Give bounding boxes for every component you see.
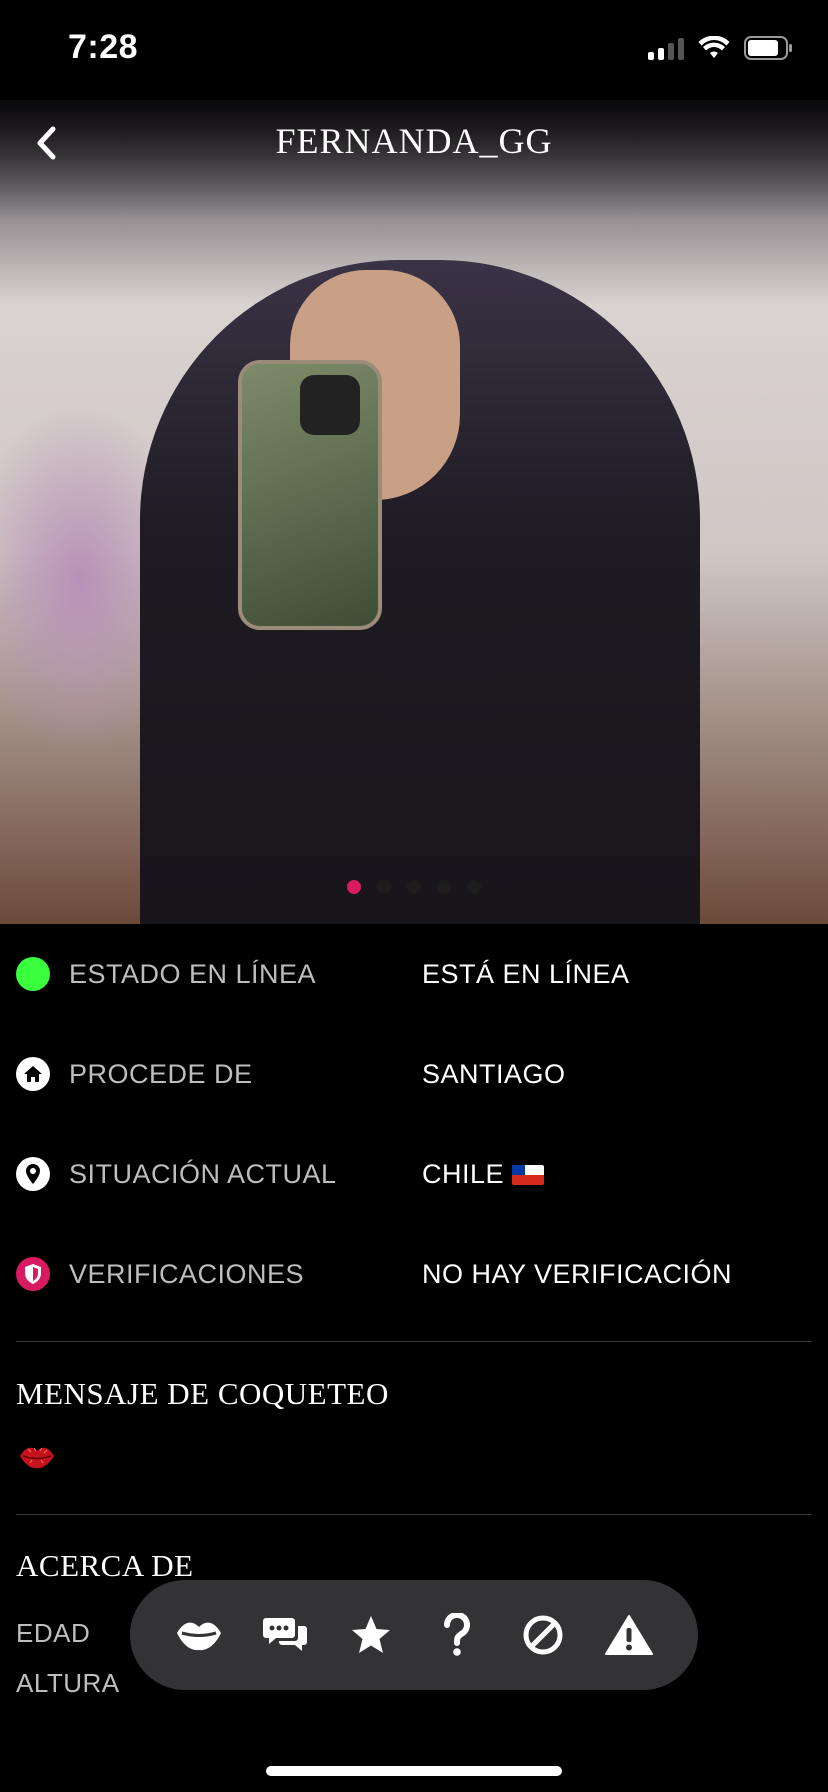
info-value: NO HAY VERIFICACIÓN: [422, 1258, 733, 1289]
block-icon: [523, 1615, 563, 1655]
info-value: SANTIAGO: [422, 1058, 566, 1089]
page-dot[interactable]: [347, 880, 361, 894]
about-label-age: EDAD: [16, 1618, 91, 1648]
info-label: SITUACIÓN ACTUAL: [69, 1158, 337, 1189]
page-dot[interactable]: [377, 880, 391, 894]
help-button[interactable]: [427, 1605, 487, 1665]
block-button[interactable]: [513, 1605, 573, 1665]
info-value: CHILE: [422, 1158, 545, 1190]
online-dot-icon: [16, 957, 50, 991]
divider: [16, 1514, 812, 1515]
info-label: PROCEDE DE: [69, 1058, 253, 1089]
info-value-text: CHILE: [422, 1158, 505, 1189]
flirt-section-title: MENSAJE DE COQUETEO: [16, 1376, 389, 1411]
shield-icon: [16, 1257, 50, 1291]
page-dot[interactable]: [467, 880, 481, 894]
home-indicator[interactable]: [266, 1766, 562, 1776]
about-label-height: ALTURA: [16, 1668, 120, 1698]
status-icons: [648, 36, 794, 60]
status-bar: 7:28: [0, 0, 828, 100]
wifi-icon: [698, 36, 730, 58]
page-dot[interactable]: [407, 880, 421, 894]
divider: [16, 1341, 812, 1342]
info-list: ESTADO EN LÍNEA ESTÁ EN LÍNEA PROCEDE DE…: [16, 924, 812, 1324]
info-label: ESTADO EN LÍNEA: [69, 958, 317, 989]
action-bar: [130, 1580, 698, 1690]
home-icon: [16, 1057, 50, 1091]
info-row-origin: PROCEDE DE SANTIAGO: [16, 1024, 812, 1124]
battery-icon: [744, 36, 792, 60]
photo-phone-camera: [300, 375, 360, 435]
chile-flag-icon: [512, 1164, 545, 1185]
favorite-button[interactable]: [341, 1605, 401, 1665]
profile-title: FERNANDA_GG: [275, 121, 553, 161]
kiss-lips-icon: [20, 1447, 54, 1469]
question-icon: [443, 1613, 470, 1656]
lips-icon: [177, 1622, 221, 1651]
location-pin-icon: [16, 1157, 50, 1191]
info-row-online: ESTADO EN LÍNEA ESTÁ EN LÍNEA: [16, 924, 812, 1024]
report-button[interactable]: [599, 1605, 659, 1665]
photo-pagination[interactable]: [0, 880, 828, 894]
chat-icon: [263, 1618, 307, 1651]
info-value: ESTÁ EN LÍNEA: [422, 958, 630, 989]
kiss-button[interactable]: [169, 1605, 229, 1665]
chat-button[interactable]: [255, 1605, 315, 1665]
signal-icon: [648, 36, 684, 60]
star-icon: [352, 1616, 390, 1653]
about-section-title: ACERCA DE: [16, 1548, 194, 1583]
info-label: VERIFICACIONES: [69, 1258, 305, 1289]
info-row-location: SITUACIÓN ACTUAL CHILE: [16, 1124, 812, 1224]
status-time: 7:28: [68, 28, 139, 66]
profile-photo[interactable]: [0, 100, 828, 924]
info-row-verification: VERIFICACIONES NO HAY VERIFICACIÓN: [16, 1224, 812, 1324]
page-dot[interactable]: [437, 880, 451, 894]
warning-icon: [605, 1615, 653, 1655]
